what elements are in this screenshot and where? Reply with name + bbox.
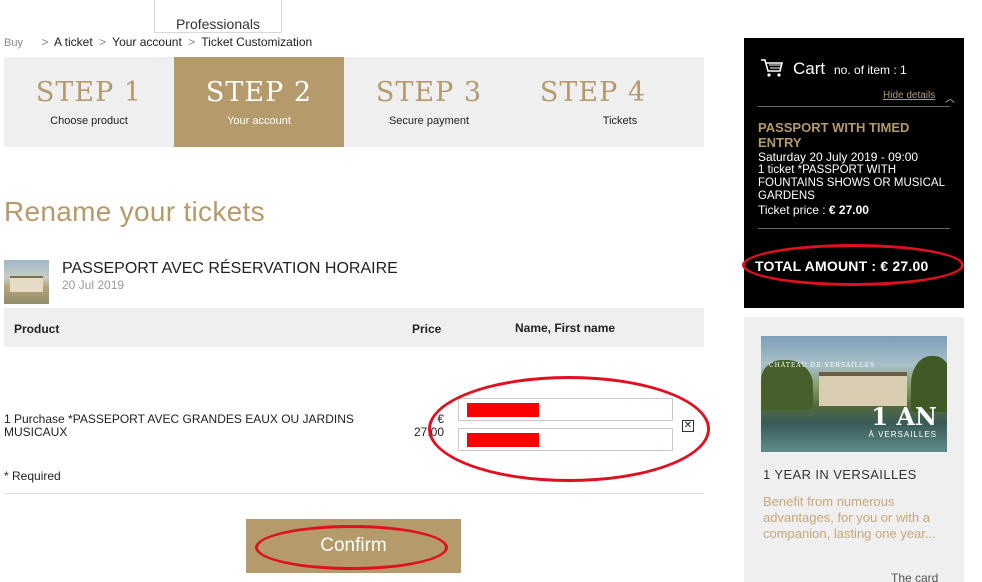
- step-4-label: Tickets: [602, 115, 638, 127]
- cart-item-title: PASSPORT WITH TIMED ENTRY: [758, 120, 910, 150]
- column-name: Name, First name: [515, 321, 616, 335]
- step-3-label: Secure payment: [388, 115, 470, 127]
- promo-card[interactable]: CHÂTEAU DE VERSAILLES 1 AN À VERSAILLES …: [744, 317, 964, 582]
- step-1-number: STEP 1: [35, 77, 143, 108]
- first-name-input[interactable]: [458, 428, 673, 451]
- cart-total-amount: TOTAL AMOUNT : € 27.00: [755, 258, 929, 274]
- confirm-button[interactable]: Confirm: [246, 519, 461, 573]
- product-name: PASSEPORT AVEC RÉSERVATION HORAIRE: [62, 260, 398, 277]
- cart-item-price-value: € 27.00: [828, 203, 869, 217]
- step-3-number: STEP 3: [375, 77, 483, 108]
- breadcrumb-buy[interactable]: Buy: [4, 37, 23, 49]
- ticket-row-price: € 27.00: [404, 413, 444, 439]
- breadcrumb-a-ticket[interactable]: A ticket: [54, 35, 93, 49]
- ticket-table-header: Product Price Name, First name: [4, 308, 704, 347]
- step-2: STEP 2 Your account: [174, 57, 344, 147]
- promo-badge-subtitle: À VERSAILLES: [868, 430, 937, 439]
- required-note: * Required: [4, 469, 61, 483]
- step-3: STEP 3 Secure payment: [344, 57, 514, 147]
- step-1-label: Choose product: [50, 115, 128, 127]
- shopping-cart-icon: [761, 59, 784, 77]
- cart-item-description: 1 ticket *PASSPORT WITH FOUNTAINS SHOWS …: [758, 164, 945, 202]
- step-2-number: STEP 2: [205, 77, 313, 108]
- promo-image[interactable]: CHÂTEAU DE VERSAILLES 1 AN À VERSAILLES: [761, 336, 947, 452]
- redaction-block: [467, 433, 539, 447]
- professionals-tab[interactable]: Professionals: [154, 0, 282, 33]
- breadcrumb: Buy > A ticket > Your account > Ticket C…: [4, 35, 312, 49]
- close-box-icon[interactable]: ✕: [682, 420, 694, 432]
- divider: [758, 106, 950, 107]
- promo-title[interactable]: 1 YEAR IN VERSAILLES: [763, 467, 917, 482]
- product-date: 20 Jul 2019: [62, 278, 125, 292]
- column-price: Price: [412, 322, 442, 336]
- promo-text: Benefit from numerous advantages, for yo…: [763, 494, 936, 541]
- breadcrumb-separator: >: [41, 35, 49, 49]
- step-4: STEP 4 Tickets: [514, 57, 704, 147]
- cart-item-price-label: Ticket price :: [758, 203, 829, 217]
- column-product: Product: [14, 322, 60, 336]
- page-title: Rename your tickets: [4, 196, 265, 227]
- cart-item-count: no. of item : 1: [834, 63, 907, 77]
- breadcrumb-separator: >: [99, 35, 107, 49]
- cart-panel: Cart no. of item : 1 Hide details ︿ PASS…: [744, 38, 964, 308]
- step-progress: STEP 1 Choose product STEP 2 Your accoun…: [4, 57, 704, 147]
- breadcrumb-ticket-customization: Ticket Customization: [201, 35, 313, 49]
- price-amount: 27.00: [413, 425, 444, 439]
- breadcrumb-separator: >: [188, 35, 196, 49]
- cart-item-date: Saturday 20 July 2019 - 09:00: [758, 150, 919, 164]
- promo-more-link[interactable]: The card: [891, 571, 938, 582]
- versailles-logo: CHÂTEAU DE VERSAILLES: [769, 362, 876, 369]
- product-thumbnail: [4, 260, 49, 304]
- last-name-input[interactable]: [458, 398, 673, 421]
- promo-house: [819, 372, 907, 406]
- promo-badge-title: 1 AN: [871, 402, 937, 431]
- divider: [758, 228, 950, 229]
- divider: [4, 493, 704, 494]
- chevron-up-icon[interactable]: ︿: [945, 90, 955, 105]
- ticket-row-description: 1 Purchase *PASSEPORT AVEC GRANDES EAUX …: [4, 412, 354, 439]
- breadcrumb-your-account[interactable]: Your account: [112, 35, 182, 49]
- hide-details-link[interactable]: Hide details: [883, 90, 935, 101]
- cart-title: Cart: [793, 59, 826, 78]
- redaction-block: [467, 403, 539, 417]
- step-2-label: Your account: [227, 115, 291, 127]
- step-1: STEP 1 Choose product: [4, 57, 174, 147]
- step-4-number: STEP 4: [539, 77, 647, 108]
- cart-item-price: Ticket price : € 27.00: [758, 203, 869, 217]
